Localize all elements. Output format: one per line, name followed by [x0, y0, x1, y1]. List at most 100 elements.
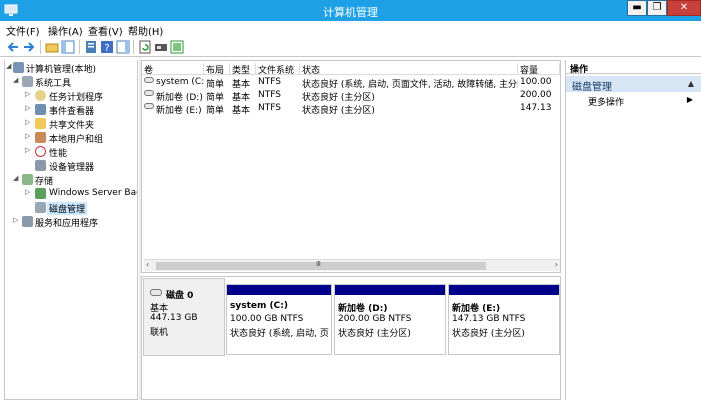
more-actions-item[interactable]: 更多操作 [588, 95, 624, 108]
submenu-arrow-icon[interactable]: ▶ [687, 95, 693, 104]
tree-item-device-manager[interactable]: 设备管理器 [5, 159, 137, 173]
tree-item-system-tools[interactable]: ◢ 系统工具 [5, 75, 137, 89]
expand-arrow-icon[interactable]: ▷ [25, 90, 33, 98]
volume-icon [144, 77, 154, 83]
tree-item-shared-folders[interactable]: ▷ 共享文件夹 [5, 117, 137, 131]
maximize-button[interactable]: ❐ [647, 0, 667, 16]
column-header-layout[interactable]: 布局 [204, 63, 230, 76]
tree-item-label: 任务计划程序 [49, 93, 104, 103]
volume-block-d[interactable]: 新加卷 (D:) 200.00 GB NTFS 状态良好 (主分区) [334, 284, 446, 355]
volume-row[interactable]: 新加卷 (E:) 简单 基本 NTFS 状态良好 (主分区) 147.13 [142, 102, 560, 116]
show-hide-action-pane-icon[interactable] [116, 40, 130, 54]
expand-arrow-icon[interactable]: ▷ [25, 132, 33, 140]
expand-arrow-icon[interactable]: ▷ [25, 104, 33, 112]
volume-row[interactable]: system (C:) 简单 基本 NTFS 状态良好 (系统, 启动, 页面文… [142, 76, 560, 90]
volume-type: 基本 [232, 106, 251, 116]
volume-capacity: 147.13 [520, 103, 552, 113]
refresh-icon[interactable] [138, 40, 152, 54]
minimize-button[interactable]: ▬ [627, 0, 647, 16]
volume-block-c[interactable]: system (C:) 100.00 GB NTFS 状态良好 (系统, 启动,… [226, 284, 332, 355]
volume-block-size: 147.13 GB NTFS [452, 314, 526, 324]
tree-item-performance[interactable]: ▷ 性能 [5, 145, 137, 159]
help-icon[interactable]: ? [100, 40, 114, 54]
toolbar-separator [79, 40, 80, 54]
tree-item-disk-management[interactable]: 磁盘管理 [5, 201, 137, 215]
scroll-left-icon[interactable]: ‹ [146, 260, 149, 269]
column-header-filesystem[interactable]: 文件系统 [256, 63, 300, 76]
column-header-volume[interactable]: 卷 [142, 63, 204, 76]
up-folder-icon[interactable] [45, 40, 59, 54]
expand-arrow-icon[interactable]: ▷ [25, 146, 33, 154]
tree-item-label: 共享文件夹 [49, 121, 95, 131]
expand-arrow-icon[interactable]: ▷ [25, 118, 33, 126]
tree-item-label: 系统工具 [35, 79, 72, 89]
collapse-arrow-icon[interactable]: ◢ [13, 76, 21, 84]
window-title: 计算机管理 [323, 6, 378, 19]
expand-arrow-icon[interactable]: ▷ [25, 188, 33, 196]
tree-item-label: 计算机管理(本地) [26, 65, 97, 75]
svg-text:?: ? [104, 43, 109, 54]
expand-arrow-icon[interactable]: ▷ [13, 216, 21, 224]
horizontal-scrollbar[interactable]: ‹ Ⅲ › [144, 259, 560, 271]
rescan-disks-icon[interactable] [154, 40, 168, 54]
properties-icon[interactable] [84, 40, 98, 54]
performance-icon [35, 146, 46, 157]
column-header-status[interactable]: 状态 [300, 63, 518, 76]
volume-block-e[interactable]: 新加卷 (E:) 147.13 GB NTFS 状态良好 (主分区) [448, 284, 560, 355]
scroll-right-icon[interactable]: › [555, 260, 558, 269]
menu-file[interactable]: 文件(F) [6, 23, 40, 38]
collapse-arrow-icon[interactable]: ◢ [13, 174, 21, 182]
tree-item-services-apps[interactable]: ▷ 服务和应用程序 [5, 215, 137, 229]
tree-item-event-viewer[interactable]: ▷ 事件查看器 [5, 103, 137, 117]
tree-item-label: 服务和应用程序 [35, 219, 99, 229]
tree-item-label: Windows Server Back [49, 188, 138, 198]
close-button[interactable]: ✕ [667, 0, 701, 16]
tree-item-windows-server-backup[interactable]: ▷ Windows Server Back [5, 187, 137, 201]
volume-row[interactable]: 新加卷 (D:) 简单 基本 NTFS 状态良好 (主分区) 200.00 [142, 89, 560, 103]
volume-name: system (C:) [156, 77, 204, 87]
volume-capacity: 100.00 [520, 77, 552, 87]
actions-pane: 操作 磁盘管理 ▲ 更多操作 ▶ [565, 60, 701, 400]
tree-item-task-scheduler[interactable]: ▷ 任务计划程序 [5, 89, 137, 103]
actions-section-disk-management[interactable]: 磁盘管理 ▲ [566, 76, 701, 93]
volume-block-status: 状态良好 (系统, 启动, 页面 [230, 329, 329, 339]
disk-name: 磁盘 0 [166, 291, 194, 301]
disk-state: 联机 [150, 328, 169, 338]
volume-layout: 简单 [206, 106, 225, 116]
tree-item-root[interactable]: ◢ 计算机管理(本地) [5, 61, 137, 75]
tree-item-label: 性能 [49, 149, 68, 159]
disk-graphical-view: 磁盘 0 基本 447.13 GB 联机 system (C:) 100.00 … [141, 276, 561, 400]
show-hide-tree-icon[interactable] [61, 40, 75, 54]
menu-help[interactable]: 帮助(H) [128, 23, 163, 38]
volume-filesystem: NTFS [258, 90, 281, 100]
disk-0-label[interactable]: 磁盘 0 基本 447.13 GB 联机 [143, 278, 225, 356]
volume-bar [227, 285, 331, 295]
scrollbar-thumb[interactable] [156, 262, 486, 270]
disk-icon [150, 289, 162, 296]
menu-action[interactable]: 操作(A) [48, 23, 83, 38]
forward-arrow-icon[interactable] [22, 40, 36, 54]
volume-filesystem: NTFS [258, 103, 281, 113]
menu-view[interactable]: 查看(V) [88, 23, 123, 38]
tree-item-storage[interactable]: ◢ 存储 [5, 173, 137, 187]
menu-bar: 文件(F) 操作(A) 查看(V) 帮助(H) [0, 21, 701, 38]
volume-list: 卷 布局 类型 文件系统 状态 容量 system (C:) 简单 基本 NTF… [141, 60, 561, 273]
volume-list-header: 卷 布局 类型 文件系统 状态 容量 [142, 61, 560, 76]
device-manager-icon [35, 160, 46, 171]
volume-bar [449, 285, 559, 295]
disk-size: 447.13 GB [150, 313, 198, 323]
collapse-up-icon[interactable]: ▲ [688, 79, 694, 88]
title-bar: 计算机管理 [0, 0, 701, 21]
disk-properties-icon[interactable] [170, 40, 184, 54]
volume-icon [144, 103, 154, 109]
services-icon [22, 216, 33, 227]
tools-icon [22, 76, 33, 87]
event-viewer-icon [35, 104, 46, 115]
column-header-type[interactable]: 类型 [230, 63, 256, 76]
tree-item-local-users[interactable]: ▷ 本地用户和组 [5, 131, 137, 145]
back-arrow-icon[interactable] [6, 40, 20, 54]
volume-block-name: 新加卷 (D:) [338, 304, 388, 314]
volume-icon [144, 90, 154, 96]
column-header-capacity[interactable]: 容量 [518, 63, 560, 76]
volume-block-size: 200.00 GB NTFS [338, 314, 412, 324]
